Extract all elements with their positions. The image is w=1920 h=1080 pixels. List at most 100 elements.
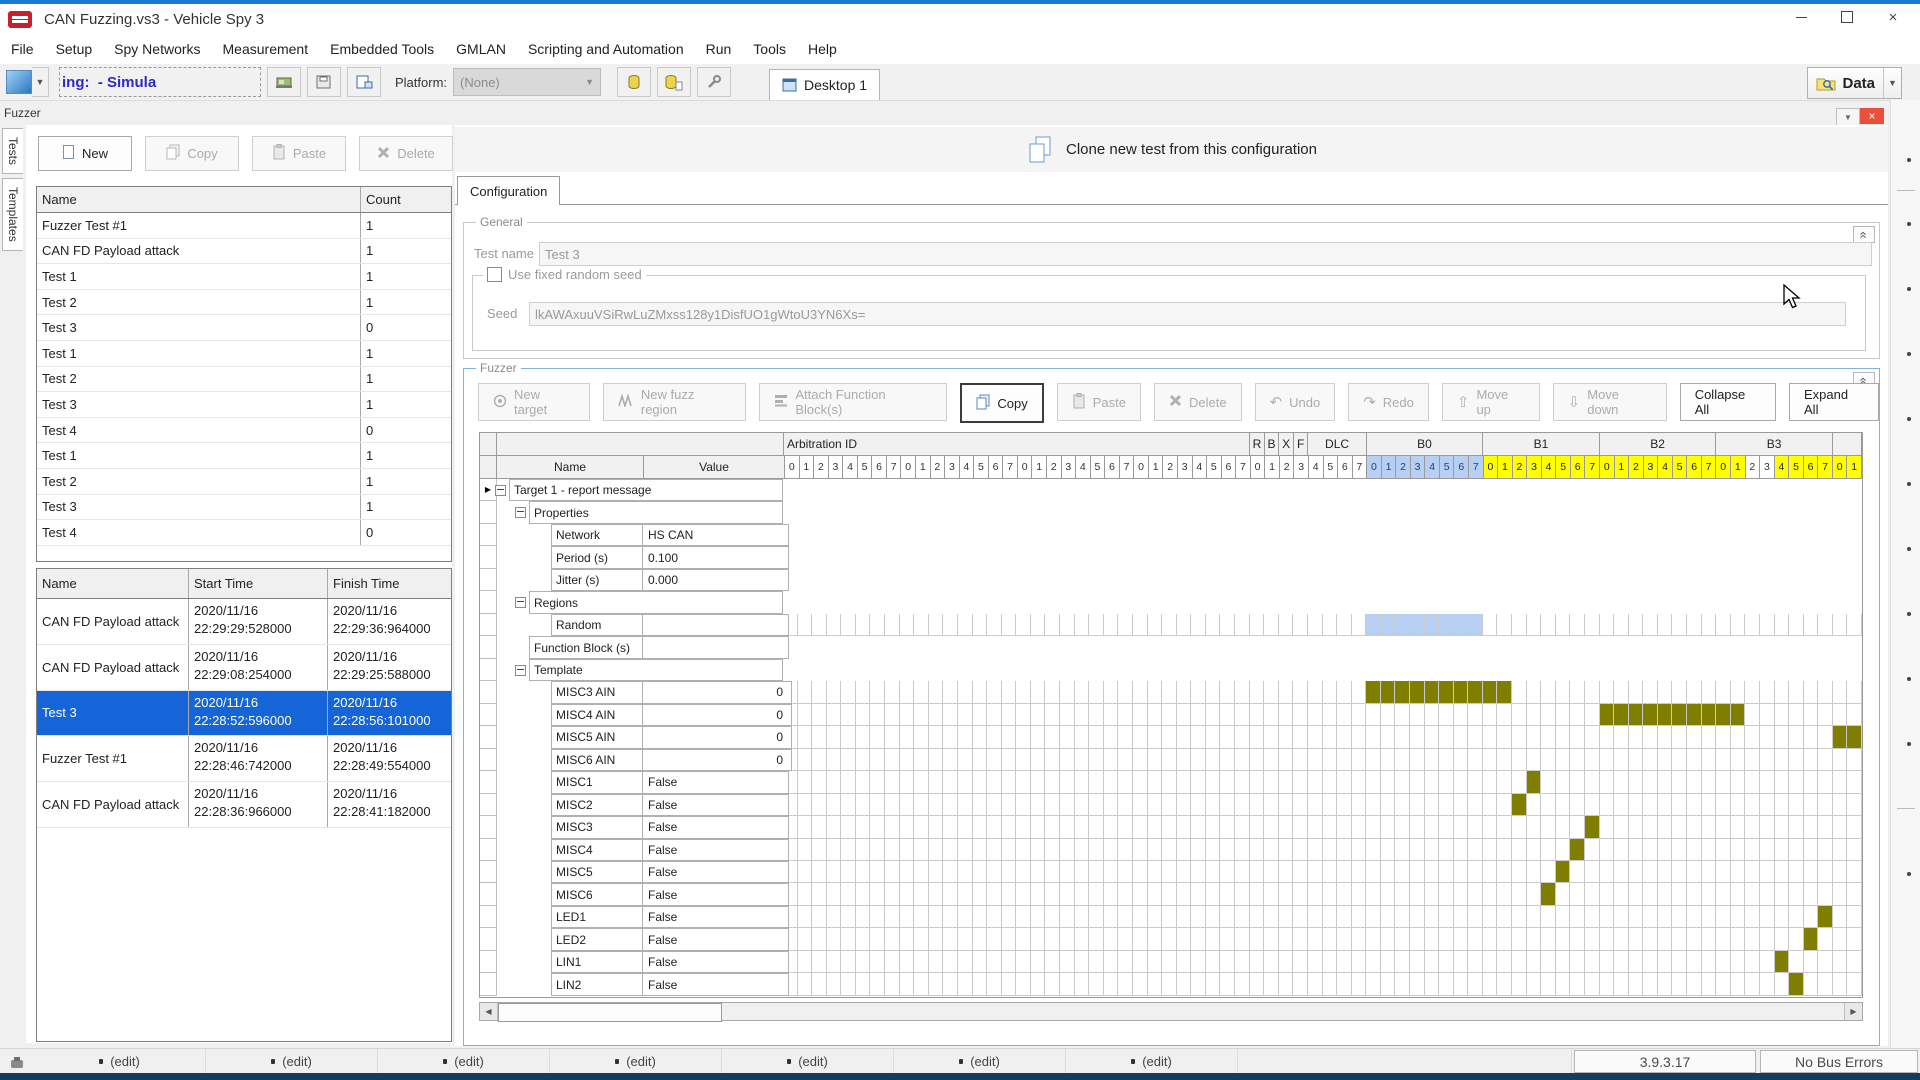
bit-cell[interactable] — [914, 928, 929, 950]
logon-button[interactable] — [347, 67, 381, 97]
bit-cell[interactable] — [870, 704, 885, 726]
bit-cell[interactable] — [958, 614, 973, 636]
bit-cell[interactable] — [1512, 794, 1527, 816]
bit-cell[interactable] — [1293, 771, 1308, 793]
bit-cell[interactable] — [1760, 771, 1775, 793]
bit-cell[interactable] — [1031, 816, 1046, 838]
bit-cell[interactable] — [987, 928, 1002, 950]
bit-column-header[interactable]: 0 — [1251, 456, 1266, 479]
bit-cell[interactable] — [1381, 928, 1396, 950]
bit-cell[interactable] — [1600, 973, 1615, 995]
bit-cell[interactable] — [841, 928, 856, 950]
bit-cell[interactable] — [870, 906, 885, 928]
data-dropdown-icon[interactable]: ▼ — [1883, 68, 1901, 98]
bit-cell[interactable] — [1687, 704, 1702, 726]
bit-cell[interactable] — [1366, 794, 1381, 816]
bit-cell[interactable] — [1527, 928, 1542, 950]
bit-cell[interactable] — [1512, 749, 1527, 771]
bit-cell[interactable] — [1687, 749, 1702, 771]
bit-cell[interactable] — [1323, 839, 1338, 861]
bit-cell[interactable] — [870, 681, 885, 703]
bit-cell[interactable] — [1162, 951, 1177, 973]
bit-cell[interactable] — [1250, 771, 1265, 793]
bit-cell[interactable] — [1775, 794, 1790, 816]
row-marker[interactable] — [480, 816, 497, 838]
bit-cell[interactable] — [1016, 726, 1031, 748]
bit-cell[interactable] — [1629, 681, 1644, 703]
bit-column-header[interactable]: 5 — [1789, 456, 1804, 479]
bit-cell[interactable] — [1614, 951, 1629, 973]
bit-cell[interactable] — [1060, 704, 1075, 726]
bit-cell[interactable] — [1235, 794, 1250, 816]
bit-column-header[interactable]: 0 — [1833, 456, 1848, 479]
bit-cell[interactable] — [1118, 906, 1133, 928]
bit-cell[interactable] — [1454, 614, 1469, 636]
bit-cell[interactable] — [1118, 681, 1133, 703]
bit-cell[interactable] — [798, 614, 813, 636]
row-name-box[interactable]: Jitter (s) — [551, 569, 643, 591]
bit-cell[interactable] — [1570, 951, 1585, 973]
bit-cell[interactable] — [1658, 614, 1673, 636]
bit-cell[interactable] — [1804, 928, 1819, 950]
bit-cell[interactable] — [870, 614, 885, 636]
bit-cell[interactable] — [885, 883, 900, 905]
bit-column-header[interactable]: 3 — [1411, 456, 1426, 479]
bit-cell[interactable] — [1075, 951, 1090, 973]
bit-cell[interactable] — [1818, 704, 1833, 726]
bit-cell[interactable] — [1279, 973, 1294, 995]
row-name-box[interactable]: Target 1 - report message — [509, 479, 783, 501]
bit-cell[interactable] — [1541, 816, 1556, 838]
table-row[interactable]: Test 30 — [37, 315, 451, 341]
bit-cell[interactable] — [1760, 906, 1775, 928]
bit-cell[interactable] — [1527, 614, 1542, 636]
minimize-button[interactable] — [1778, 4, 1824, 30]
bit-cell[interactable] — [856, 816, 871, 838]
bit-cell[interactable] — [841, 614, 856, 636]
bit-cell[interactable] — [1133, 681, 1148, 703]
bit-cell[interactable] — [1352, 816, 1367, 838]
bit-cell[interactable] — [958, 816, 973, 838]
bit-cell[interactable] — [1775, 681, 1790, 703]
bit-cell[interactable] — [1833, 794, 1848, 816]
bit-cell[interactable] — [1075, 704, 1090, 726]
bit-cell[interactable] — [1847, 771, 1862, 793]
row-marker[interactable] — [480, 906, 497, 928]
bit-cell[interactable] — [1425, 681, 1440, 703]
bit-cell[interactable] — [856, 883, 871, 905]
bit-column-header[interactable]: 0 — [1716, 456, 1731, 479]
bit-cell[interactable] — [1614, 906, 1629, 928]
row-name-box[interactable]: Regions — [529, 591, 783, 613]
bit-cell[interactable] — [987, 973, 1002, 995]
bit-cell[interactable] — [1002, 704, 1017, 726]
bit-cell[interactable] — [1206, 771, 1221, 793]
bit-column-header[interactable]: 6 — [1338, 456, 1353, 479]
bit-column-header[interactable]: 2 — [1163, 456, 1178, 479]
bit-cell[interactable] — [1804, 771, 1819, 793]
bit-cell[interactable] — [1614, 794, 1629, 816]
bit-cell[interactable] — [841, 771, 856, 793]
bit-cell[interactable] — [798, 951, 813, 973]
bit-cell[interactable] — [1775, 614, 1790, 636]
bit-cell[interactable] — [1731, 771, 1746, 793]
bit-cell[interactable] — [900, 726, 915, 748]
bit-cell[interactable] — [1206, 839, 1221, 861]
bit-cell[interactable] — [798, 771, 813, 793]
bit-cell[interactable] — [1381, 883, 1396, 905]
bit-cell[interactable] — [885, 839, 900, 861]
bit-cell[interactable] — [973, 839, 988, 861]
bit-cell[interactable] — [958, 771, 973, 793]
table-row[interactable]: Test 32020/11/1622:28:52:5960002020/11/1… — [37, 691, 451, 737]
bit-cell[interactable] — [1016, 951, 1031, 973]
bit-column-header[interactable]: 0 — [1484, 456, 1499, 479]
bit-cell[interactable] — [1804, 726, 1819, 748]
bit-cell[interactable] — [1177, 951, 1192, 973]
bit-cell[interactable] — [1410, 749, 1425, 771]
bit-cell[interactable] — [1031, 861, 1046, 883]
bit-cell[interactable] — [1104, 861, 1119, 883]
bit-cell[interactable] — [1687, 951, 1702, 973]
bit-cell[interactable] — [1191, 794, 1206, 816]
bit-cell[interactable] — [987, 861, 1002, 883]
bit-cell[interactable] — [1658, 681, 1673, 703]
bit-column-header[interactable]: 5 — [1324, 456, 1339, 479]
bit-cell[interactable] — [1206, 704, 1221, 726]
